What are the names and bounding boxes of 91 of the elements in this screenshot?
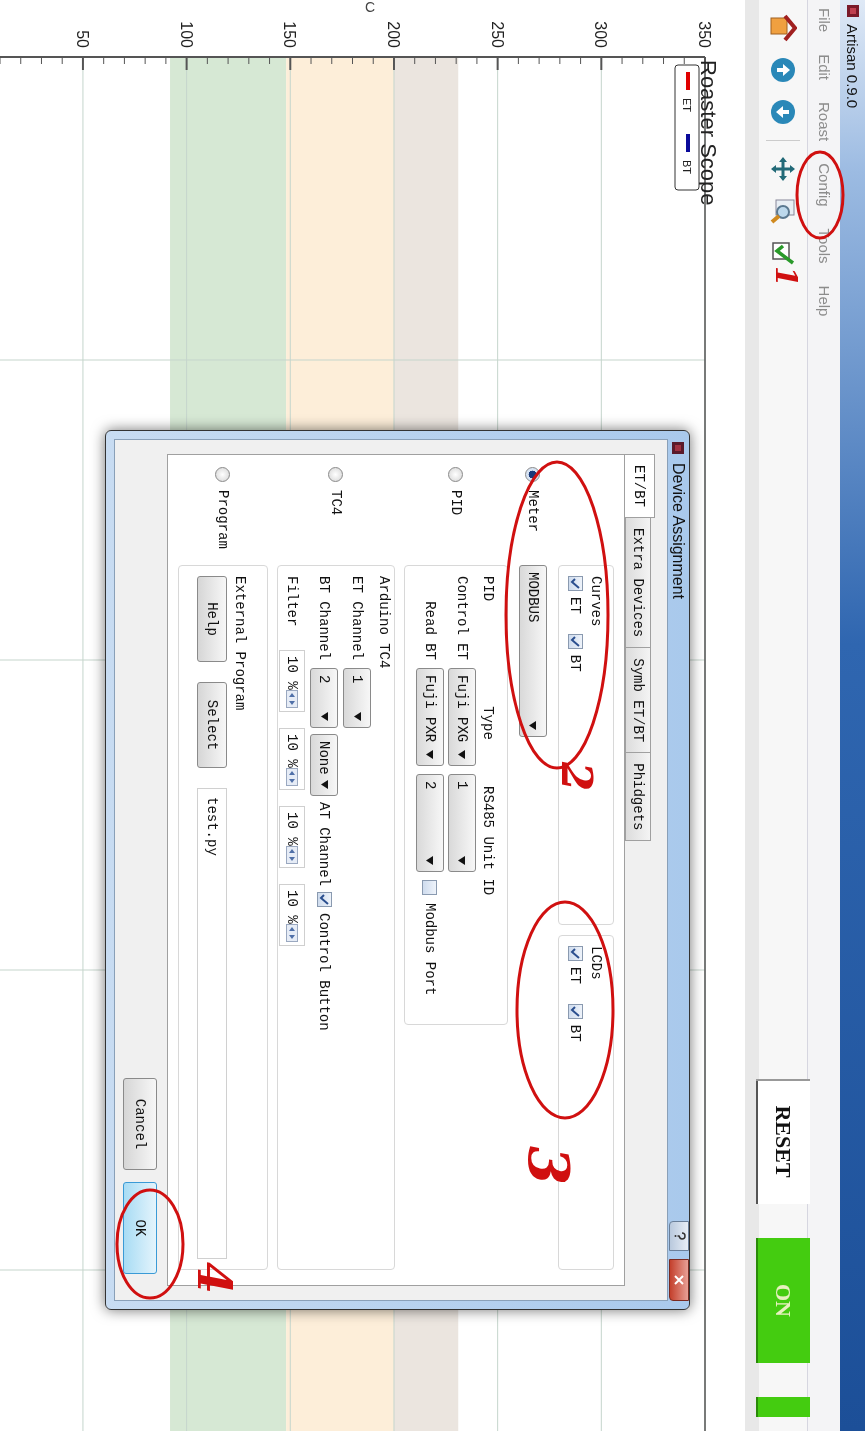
checkbox-label: ET bbox=[567, 967, 584, 984]
annotation-number: 4 bbox=[191, 1262, 237, 1294]
field-label: Read BT bbox=[422, 600, 438, 660]
radio-label: Program bbox=[215, 490, 231, 549]
help-button[interactable] bbox=[669, 1221, 689, 1251]
dropdown[interactable]: Fuji PXG bbox=[448, 668, 476, 766]
annotation-number: 2 bbox=[555, 762, 597, 792]
caret-icon bbox=[426, 750, 434, 759]
annotation-number: 1 bbox=[771, 266, 801, 287]
control-button[interactable]: RESET bbox=[756, 1079, 810, 1204]
dropdown[interactable]: MODBUS bbox=[519, 565, 547, 737]
checkbox[interactable] bbox=[568, 1003, 583, 1019]
group-title: LCDs bbox=[588, 946, 605, 982]
chart-title: Roaster Scope bbox=[696, 60, 721, 206]
caret-icon bbox=[529, 721, 537, 730]
radio-label: Meter bbox=[525, 490, 541, 532]
spin-arrows-icon bbox=[286, 690, 299, 708]
dropdown[interactable]: 1 bbox=[343, 668, 372, 728]
column-header: RS485 Unit ID bbox=[480, 786, 496, 896]
field-label: AT Channel bbox=[316, 802, 333, 886]
close-button[interactable] bbox=[669, 1259, 689, 1301]
spin-arrows-icon bbox=[286, 846, 299, 864]
column-header: Type bbox=[480, 705, 496, 742]
field-label: BT Channel bbox=[316, 576, 333, 662]
axis-label: 300 bbox=[592, 21, 610, 48]
axis-label: 350 bbox=[696, 21, 713, 48]
tab[interactable]: Phidgets bbox=[625, 752, 651, 842]
spin-arrows-icon bbox=[286, 768, 299, 786]
radio-label: PID bbox=[448, 490, 464, 516]
checkbox-label: ET bbox=[567, 597, 584, 614]
checkbox[interactable] bbox=[568, 633, 583, 649]
legend-label: BT bbox=[681, 160, 693, 175]
field-label: ET Channel bbox=[349, 576, 366, 660]
legend-label: ET bbox=[681, 98, 693, 113]
checkbox-label: BT bbox=[567, 654, 584, 672]
tab[interactable]: Extra Devices bbox=[625, 517, 651, 649]
axis-label: 50 bbox=[73, 30, 91, 48]
axis-label: 250 bbox=[488, 21, 506, 48]
move-icon[interactable] bbox=[769, 155, 797, 183]
app-icon bbox=[845, 4, 860, 18]
app-icon bbox=[671, 441, 686, 455]
axis-title: C bbox=[365, 0, 376, 15]
dialog-button[interactable]: Cancel bbox=[123, 1078, 157, 1170]
group-title: Arduino TC4 bbox=[376, 576, 393, 671]
radio-button[interactable] bbox=[215, 467, 231, 482]
spin-box[interactable]: 10 % bbox=[279, 650, 306, 712]
annotation-number: 3 bbox=[521, 1146, 577, 1185]
dropdown[interactable]: 2 bbox=[416, 774, 444, 872]
caret-icon bbox=[426, 856, 434, 865]
tab[interactable]: Symb ET/BT bbox=[625, 647, 651, 754]
dialog-button[interactable]: OK bbox=[123, 1182, 157, 1274]
dropdown[interactable]: 2 bbox=[310, 668, 339, 728]
checkbox[interactable] bbox=[317, 892, 332, 907]
spin-box[interactable]: 10 % bbox=[279, 728, 306, 790]
push-button[interactable]: Help bbox=[197, 576, 228, 662]
field-label: Control ET bbox=[454, 576, 470, 660]
checkbox[interactable] bbox=[568, 576, 583, 591]
group-title: External Program bbox=[232, 576, 249, 713]
group-title: Curves bbox=[588, 576, 605, 629]
checkbox[interactable] bbox=[568, 946, 583, 961]
checkbox-label: Modbus Port bbox=[422, 903, 438, 996]
spin-box[interactable]: 10 % bbox=[279, 806, 306, 868]
group-title: PID bbox=[480, 576, 496, 604]
window-title: Artisan 0.9.0 bbox=[844, 24, 862, 109]
axis-label: 200 bbox=[384, 21, 402, 48]
caret-icon bbox=[354, 712, 361, 721]
caret-icon bbox=[321, 780, 328, 789]
caret-icon bbox=[321, 712, 328, 721]
radio-label: TC4 bbox=[328, 490, 344, 516]
help-icon bbox=[674, 1231, 687, 1241]
dropdown[interactable]: None bbox=[310, 734, 339, 796]
push-button[interactable]: Select bbox=[197, 682, 228, 768]
close-icon bbox=[674, 1275, 684, 1285]
radio-button[interactable] bbox=[448, 467, 464, 482]
field-label: Filter bbox=[284, 576, 301, 629]
checkbox-label: Control Button bbox=[316, 913, 333, 1031]
axis-label: 100 bbox=[177, 21, 195, 48]
path-field[interactable]: test.py bbox=[197, 788, 228, 1259]
zoom-icon[interactable] bbox=[769, 197, 797, 225]
dropdown[interactable]: 1 bbox=[448, 774, 476, 872]
axis-label: 150 bbox=[281, 21, 299, 48]
dialog-title: Device Assignment bbox=[669, 463, 688, 602]
radio-button[interactable] bbox=[328, 467, 344, 482]
checkbox-icon[interactable] bbox=[769, 239, 797, 267]
tab[interactable]: ET/BT bbox=[625, 454, 655, 518]
box-arrow-icon[interactable] bbox=[769, 14, 797, 42]
dropdown[interactable]: Fuji PXR bbox=[416, 668, 444, 766]
spin-box[interactable]: 10 % bbox=[279, 884, 306, 946]
checkbox[interactable] bbox=[422, 880, 438, 895]
spin-arrows-icon bbox=[286, 924, 299, 942]
checkbox-label: BT bbox=[567, 1024, 584, 1042]
